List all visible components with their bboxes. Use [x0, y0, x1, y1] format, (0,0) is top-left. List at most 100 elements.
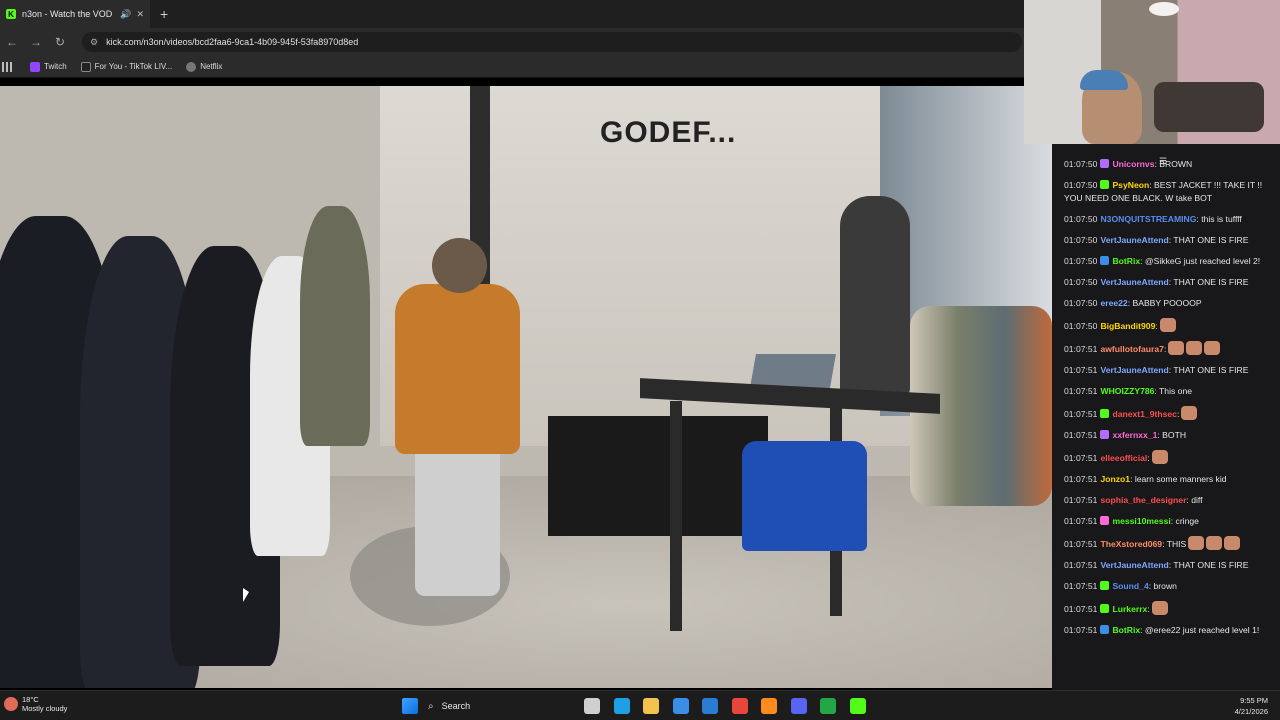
webcam-overlay	[1024, 0, 1280, 144]
bookmark-netflix[interactable]: Netflix	[186, 61, 222, 72]
xbox-icon[interactable]	[820, 698, 836, 714]
chat-timestamp: 01:07:51	[1064, 453, 1098, 463]
chat-text: : THAT ONE IS FIRE	[1168, 560, 1249, 570]
mail-icon[interactable]	[702, 698, 718, 714]
chat-text: : cringe	[1170, 516, 1199, 526]
coat	[300, 206, 370, 446]
chat-username[interactable]: VertJauneAttend	[1100, 235, 1168, 245]
speaker-icon[interactable]: 🔊	[120, 9, 131, 20]
chat-text: : learn some manners kid	[1130, 474, 1227, 484]
task-view-icon[interactable]	[584, 698, 600, 714]
file-explorer-icon[interactable]	[643, 698, 659, 714]
chat-username[interactable]: xxfernxx_1	[1112, 430, 1157, 440]
store-icon[interactable]	[672, 698, 689, 714]
new-tab-button[interactable]: +	[160, 6, 168, 22]
weather-icon	[4, 697, 18, 711]
chat-username[interactable]: PsyNeon	[1112, 180, 1149, 190]
chat-text: : BROWN	[1154, 159, 1193, 169]
browser-tab[interactable]: K n3on - Watch the VOD on K 🔊 ✕	[0, 0, 150, 28]
chat-username[interactable]: sophia_the_designer	[1100, 495, 1186, 505]
chat-username[interactable]: Jonzo1	[1100, 474, 1130, 484]
kick-icon[interactable]	[849, 698, 866, 714]
chat-badge-icon	[1100, 625, 1110, 634]
chat-username[interactable]: VertJauneAttend	[1100, 365, 1168, 375]
chat-username[interactable]: BotRix	[1112, 256, 1140, 266]
desk-leg	[670, 401, 682, 631]
chat-timestamp: 01:07:51	[1064, 474, 1098, 484]
search-icon: ⌕	[428, 700, 434, 712]
chat-text: : THAT ONE IS FIRE	[1168, 365, 1249, 375]
chat-emote-icon	[1168, 341, 1185, 355]
chat-timestamp: 01:07:50	[1064, 321, 1098, 331]
chat-username[interactable]: VertJauneAttend	[1100, 277, 1168, 287]
reload-icon[interactable]: ↻	[48, 35, 72, 49]
clock-date: 4/21/2026	[1234, 707, 1268, 716]
chat-username[interactable]: BotRix	[1112, 625, 1140, 635]
chat-text: :	[1176, 409, 1180, 419]
url-text: kick.com/n3on/videos/bcd2faa6-9ca1-4b09-…	[106, 37, 359, 47]
clothing-rack	[0, 126, 380, 688]
chat-badge-icon	[1100, 430, 1110, 439]
chat-username[interactable]: awfullotofaura7	[1100, 344, 1164, 354]
globe-icon	[186, 61, 197, 72]
chat-panel: ☰ 01:07:50 Unicornvs: BROWN 01:07:50 PsyNeo…	[1052, 144, 1280, 690]
weather-widget[interactable]: 18°C Mostly cloudy	[4, 695, 67, 713]
chat-message: 01:07:50 VertJauneAttend: THAT ONE IS FIR…	[1064, 276, 1270, 289]
address-bar[interactable]: ⚙ kick.com/n3on/videos/bcd2faa6-9ca1-4b0…	[82, 32, 1022, 52]
chat-text: : this is tuffff	[1196, 214, 1242, 224]
person-jacket	[395, 284, 520, 454]
firefox-icon[interactable]	[761, 698, 777, 714]
chat-username[interactable]: N3ONQUITSTREAMING	[1100, 214, 1196, 224]
chat-username[interactable]: elleeofficial	[1100, 453, 1147, 463]
browser-toolbar: ← → ↻ ⚙ kick.com/n3on/videos/bcd2faa6-9c…	[0, 28, 1024, 56]
bookmark-tiktok[interactable]: For You - TikTok LIV...	[80, 61, 172, 72]
chat-message: 01:07:50 BotRix: @SikkeG just reached lev…	[1064, 255, 1270, 268]
clock-time: 9:55 PM	[1240, 696, 1268, 705]
system-clock[interactable]: 9:55 PM 4/21/2026	[1235, 695, 1268, 717]
chat-text: : THAT ONE IS FIRE	[1168, 235, 1249, 245]
twitch-icon	[30, 61, 40, 72]
chat-username[interactable]: VertJauneAttend	[1100, 560, 1168, 570]
chat-emote-icon	[1186, 341, 1203, 355]
chat-message: 01:07:51 VertJauneAttend: THAT ONE IS FIR…	[1064, 559, 1270, 572]
bookmark-twitch[interactable]: Twitch	[30, 61, 67, 72]
chat-text: :	[1163, 344, 1167, 354]
taskbar-search[interactable]: ⌕ Search	[428, 696, 540, 716]
close-icon[interactable]: ✕	[136, 9, 144, 20]
chrome-icon[interactable]	[731, 698, 748, 714]
chat-username[interactable]: danext1_9thsec	[1112, 409, 1177, 419]
bookmarks-bar: Twitch For You - TikTok LIV... Netflix	[0, 56, 1024, 78]
chat-message: 01:07:50 N3ONQUITSTREAMING: this is tufff…	[1064, 213, 1270, 226]
video-player[interactable]: GODEF...	[0, 86, 1052, 688]
chat-username[interactable]: Sound_4	[1112, 581, 1148, 591]
windows-start-icon[interactable]	[402, 698, 418, 714]
apps-grid-icon[interactable]	[2, 61, 12, 72]
chat-username[interactable]: Lurkerrx	[1112, 604, 1147, 614]
edge-icon[interactable]	[613, 698, 630, 714]
chat-text: : BABBY POOOOP	[1127, 298, 1202, 308]
forward-icon[interactable]: →	[24, 35, 48, 49]
screen: K n3on - Watch the VOD on K 🔊 ✕ + ← → ↻ …	[0, 0, 1280, 720]
chat-text: : @eree22 just reached level 1!	[1140, 625, 1260, 635]
chat-username[interactable]: TheXstored069	[1100, 539, 1162, 549]
tiktok-icon	[80, 61, 91, 72]
chat-timestamp: 01:07:51	[1064, 365, 1098, 375]
chat-username[interactable]: WHOIZZY786	[1100, 386, 1154, 396]
site-info-icon[interactable]: ⚙	[90, 37, 98, 48]
cabinet	[548, 416, 768, 536]
chat-timestamp: 01:07:50	[1064, 214, 1098, 224]
chat-username[interactable]: eree22	[1100, 298, 1127, 308]
chat-username[interactable]: BigBandit909	[1100, 321, 1155, 331]
chat-message: 01:07:51 Jonzo1: learn some manners kid	[1064, 473, 1270, 486]
windows-taskbar: 18°C Mostly cloudy ⌕ Search 9:55 PM 4/21…	[0, 690, 1280, 720]
chat-message: 01:07:51 WHOIZZY786: This one	[1064, 385, 1270, 398]
back-icon[interactable]: ←	[0, 35, 24, 49]
chat-username[interactable]: Unicornvs	[1112, 159, 1154, 169]
chat-text: : brown	[1148, 581, 1177, 591]
tab-title: n3on - Watch the VOD on K	[22, 9, 115, 19]
chat-message: 01:07:51 xxfernxx_1: BOTH	[1064, 429, 1270, 442]
discord-icon[interactable]	[790, 698, 807, 714]
chat-timestamp: 01:07:51	[1064, 386, 1098, 396]
chat-username[interactable]: messi10messi	[1112, 516, 1170, 526]
chat-message: 01:07:50 eree22: BABBY POOOOP	[1064, 297, 1270, 310]
